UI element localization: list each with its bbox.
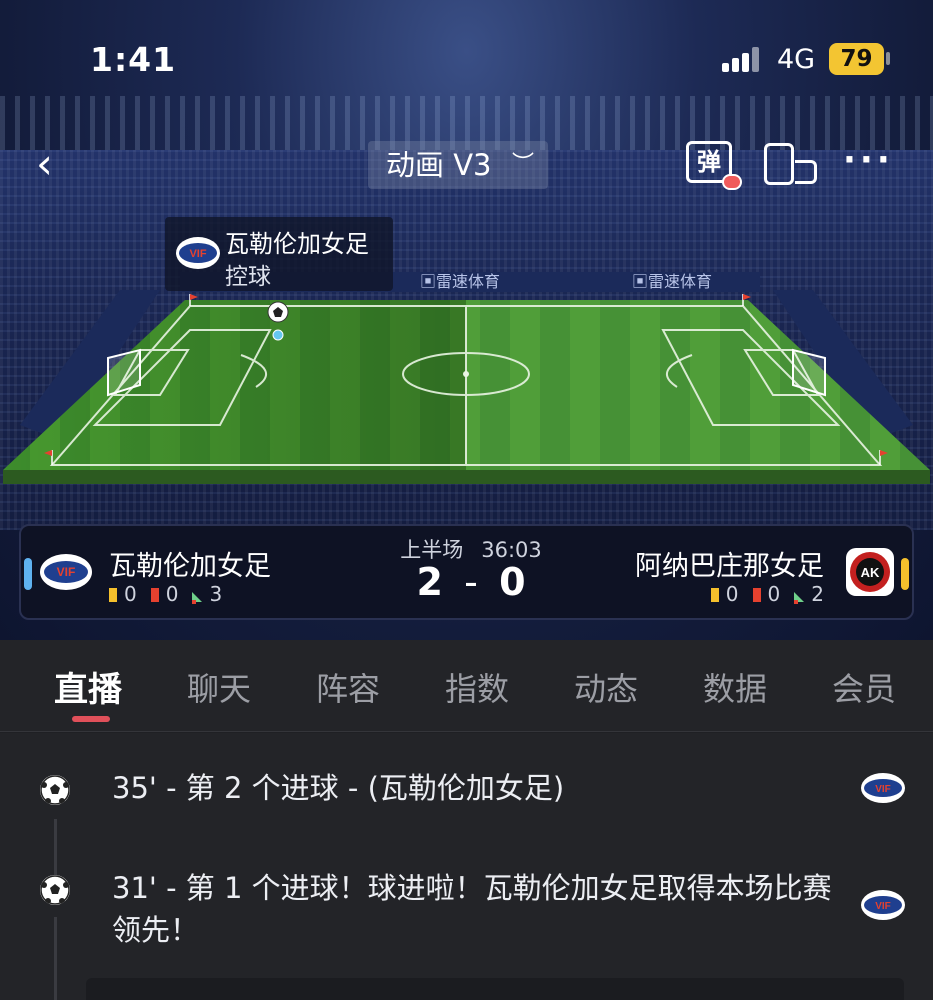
svg-text:VIF: VIF <box>189 248 206 260</box>
match-clock: 36:03 <box>481 538 542 562</box>
home-corners: 3 <box>192 582 222 606</box>
tab-odds[interactable]: 指数 <box>445 664 509 710</box>
possession-state: 控球 <box>225 264 271 290</box>
event-text: 35' - 第 2 个进球 - (瓦勒伦加女足) <box>112 771 565 805</box>
home-yellow-cards: 0 <box>109 582 137 606</box>
battery-level: 79 <box>829 43 884 75</box>
timeline-line <box>54 917 57 1000</box>
soccer-ball-icon <box>40 875 70 905</box>
scoreboard: VIF 瓦勒伦加女足 0 0 3 上半场 36:03 2 - 0 阿纳巴庄那女足 … <box>19 524 914 620</box>
ball-position-marker <box>272 329 284 341</box>
timeline-line <box>54 819 57 875</box>
animation-version-selector[interactable]: 动画 V3 ︶ <box>368 141 548 189</box>
tab-chat[interactable]: 聊天 <box>187 664 251 710</box>
soccer-ball-icon <box>40 775 70 805</box>
network-type: 4G <box>777 44 816 75</box>
chevron-down-icon: ︶ <box>511 152 534 177</box>
danmu-toggle-switch[interactable] <box>722 174 742 190</box>
next-event-card <box>86 978 904 1000</box>
match-tabs: 直播 聊天 阵容 指数 动态 数据 会员 <box>0 640 933 732</box>
team-badge-icon: VIF <box>176 237 220 269</box>
home-red-cards: 0 <box>150 582 178 606</box>
away-corners: 2 <box>794 582 824 606</box>
live-event-list: 35' - 第 2 个进球 - (瓦勒伦加女足) VIF 31' - 第 1 个… <box>0 733 933 1000</box>
svg-text:VIF: VIF <box>875 901 891 912</box>
possession-team-name: 瓦勒伦加女足 <box>225 230 369 258</box>
home-team-color-bar <box>24 558 32 590</box>
football-pitch: ▣雷速体育 ▣雷速体育 <box>3 272 930 484</box>
home-team-badge-icon[interactable]: VIF <box>39 552 93 592</box>
tab-stats[interactable]: 数据 <box>703 664 767 710</box>
away-score: 0 <box>499 560 526 604</box>
rotate-screen-icon[interactable] <box>764 143 794 185</box>
more-options-icon[interactable]: ··· <box>843 140 894 180</box>
tab-member[interactable]: 会员 <box>832 664 896 710</box>
tab-live[interactable]: 直播 <box>54 662 122 711</box>
home-team-stats: 0 0 3 <box>109 582 222 606</box>
status-bar: 1:41 4G 79 <box>0 0 933 110</box>
match-score: 2 - 0 <box>371 560 571 604</box>
period-label: 上半场 <box>400 538 464 562</box>
svg-text:VIF: VIF <box>57 565 76 579</box>
svg-text:VIF: VIF <box>875 784 891 795</box>
home-team-name[interactable]: 瓦勒伦加女足 <box>109 544 271 583</box>
home-score: 2 <box>416 560 443 604</box>
home-team-badge-icon: VIF <box>861 773 905 803</box>
away-yellow-cards: 0 <box>710 582 739 606</box>
match-animation-area: ▣雷速体育 ▣雷速体育 VIF 瓦勒伦加女足 控球 1:41 4G 79 ‹ 动… <box>0 0 933 640</box>
away-team-color-bar <box>901 558 909 590</box>
possession-tooltip: VIF 瓦勒伦加女足 控球 <box>165 217 393 291</box>
away-team-stats: 0 0 2 <box>710 582 824 606</box>
rotate-screen-icon-part <box>795 160 817 184</box>
svg-text:AK: AK <box>861 565 880 580</box>
animation-version-label: 动画 V3 <box>386 148 492 182</box>
clock-time: 1:41 <box>90 40 177 79</box>
away-red-cards: 0 <box>752 582 780 606</box>
event-text: 31' - 第 1 个进球！球进啦！瓦勒伦加女足取得本场比赛领先！ <box>112 871 832 947</box>
back-arrow-icon[interactable]: ‹ <box>36 142 76 186</box>
tab-lineup[interactable]: 阵容 <box>316 664 380 710</box>
score-separator: - <box>464 560 478 604</box>
active-tab-indicator <box>72 716 110 722</box>
cellular-signal-icon <box>722 46 762 72</box>
sponsor-board-left: ▣雷速体育 <box>420 273 500 291</box>
sponsor-board-right: ▣雷速体育 <box>632 273 712 291</box>
tab-news[interactable]: 动态 <box>574 664 638 710</box>
home-team-badge-icon: VIF <box>861 890 905 920</box>
battery-tip <box>886 52 890 65</box>
away-team-badge-icon[interactable]: AK <box>846 548 894 596</box>
away-team-name[interactable]: 阿纳巴庄那女足 <box>635 544 824 583</box>
